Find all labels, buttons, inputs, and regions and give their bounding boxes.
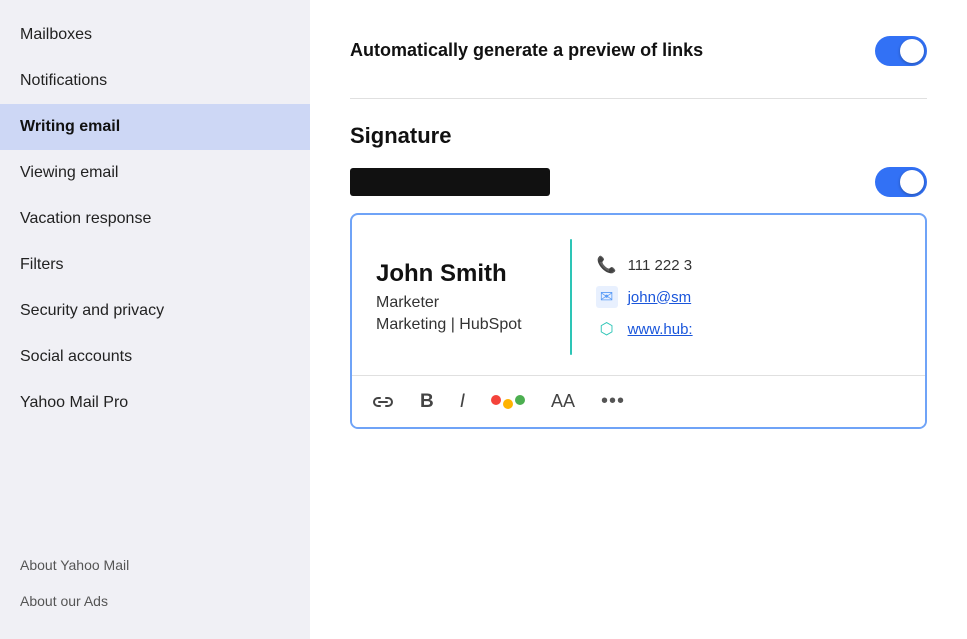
- font-size-label: AA: [551, 391, 575, 412]
- bold-button[interactable]: B: [416, 387, 438, 417]
- sidebar-item-filters[interactable]: Filters: [0, 242, 310, 288]
- sidebar-footer: About Yahoo MailAbout our Ads: [0, 547, 310, 627]
- sig-title: Marketer: [376, 294, 522, 312]
- auto-preview-toggle[interactable]: [875, 36, 927, 66]
- more-label: •••: [601, 390, 625, 413]
- sig-phone: 111 222 3: [628, 257, 693, 274]
- signature-contact: 📞 111 222 3 ✉ john@sm ⬡ www.hub:: [596, 239, 905, 355]
- sidebar-footer-item-about-our-ads[interactable]: About our Ads: [0, 583, 310, 619]
- main-content: Automatically generate a preview of link…: [310, 0, 967, 639]
- signature-card: John Smith Marketer Marketing | HubSpot …: [350, 213, 927, 429]
- web-icon: ⬡: [596, 318, 618, 340]
- auto-preview-setting: Automatically generate a preview of link…: [350, 36, 927, 66]
- signature-name-row: [350, 167, 927, 197]
- sig-email-row: ✉ john@sm: [596, 286, 905, 308]
- sidebar-item-yahoo-mail-pro[interactable]: Yahoo Mail Pro: [0, 380, 310, 426]
- sidebar-item-viewing-email[interactable]: Viewing email: [0, 150, 310, 196]
- phone-icon: 📞: [596, 254, 618, 276]
- color-button[interactable]: [487, 391, 529, 413]
- italic-label: I: [460, 391, 465, 413]
- color-dot-yellow: [503, 399, 513, 409]
- sidebar-item-mailboxes[interactable]: Mailboxes: [0, 12, 310, 58]
- sig-web-row: ⬡ www.hub:: [596, 318, 905, 340]
- signature-identity: John Smith Marketer Marketing | HubSpot: [376, 239, 546, 355]
- signature-toolbar: B I AA •••: [352, 375, 925, 427]
- signature-section-title: Signature: [350, 123, 927, 149]
- sidebar: MailboxesNotificationsWriting emailViewi…: [0, 0, 310, 639]
- color-dots: [491, 395, 525, 409]
- signature-card-body: John Smith Marketer Marketing | HubSpot …: [352, 215, 925, 375]
- sidebar-item-security-privacy[interactable]: Security and privacy: [0, 288, 310, 334]
- signature-name-redacted: [350, 168, 550, 196]
- sidebar-item-writing-email[interactable]: Writing email: [0, 104, 310, 150]
- auto-preview-label: Automatically generate a preview of link…: [350, 38, 703, 63]
- color-dot-red: [491, 395, 501, 405]
- sidebar-footer-item-about-yahoo-mail[interactable]: About Yahoo Mail: [0, 547, 310, 583]
- font-size-button[interactable]: AA: [547, 387, 579, 416]
- signature-section: Signature John Smith Marketer Marketing …: [350, 123, 927, 429]
- sidebar-item-vacation-response[interactable]: Vacation response: [0, 196, 310, 242]
- bold-label: B: [420, 391, 434, 413]
- toggle-track-signature[interactable]: [875, 167, 927, 197]
- sig-website[interactable]: www.hub:: [628, 321, 693, 338]
- sig-vertical-divider: [570, 239, 572, 355]
- italic-button[interactable]: I: [456, 387, 469, 417]
- sidebar-item-social-accounts[interactable]: Social accounts: [0, 334, 310, 380]
- signature-toggle[interactable]: [875, 167, 927, 197]
- email-icon: ✉: [596, 286, 618, 308]
- section-divider: [350, 98, 927, 99]
- sig-email[interactable]: john@sm: [628, 289, 692, 306]
- more-button[interactable]: •••: [597, 386, 629, 417]
- sidebar-item-notifications[interactable]: Notifications: [0, 58, 310, 104]
- toggle-track-auto-preview[interactable]: [875, 36, 927, 66]
- sig-company: Marketing | HubSpot: [376, 316, 522, 334]
- link-button[interactable]: [368, 390, 398, 414]
- color-dot-green: [515, 395, 525, 405]
- sig-name: John Smith: [376, 260, 522, 288]
- sig-phone-row: 📞 111 222 3: [596, 254, 905, 276]
